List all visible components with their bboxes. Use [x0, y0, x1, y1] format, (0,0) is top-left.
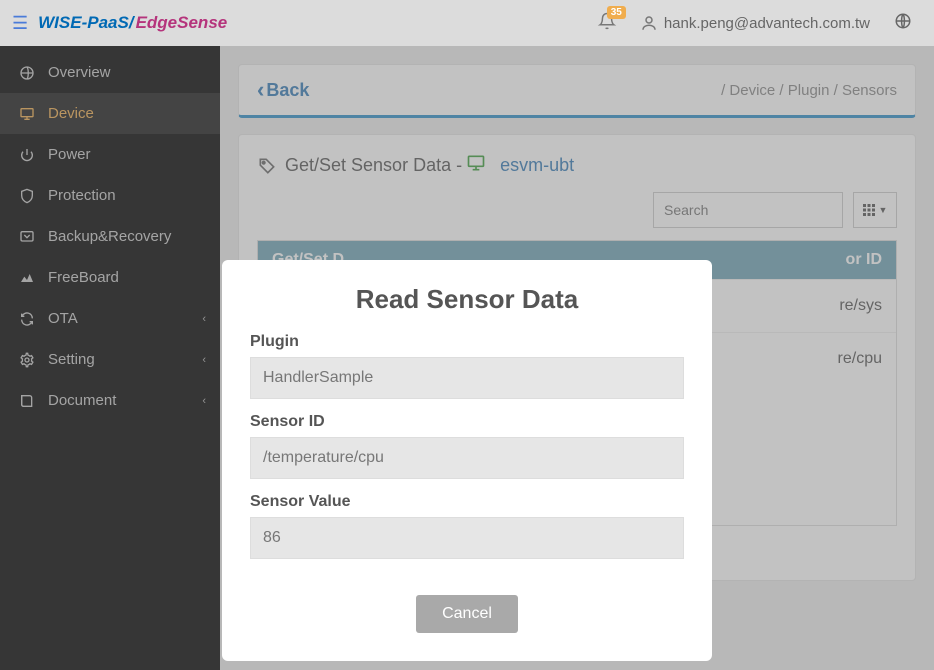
menu-toggle[interactable]: ☰ — [12, 13, 28, 34]
brand-right: EdgeSense — [136, 13, 228, 33]
globe-icon[interactable] — [894, 12, 912, 35]
brand-logo: WISE-PaaS/EdgeSense — [38, 13, 227, 33]
user-menu[interactable]: hank.peng@advantech.com.tw — [640, 14, 870, 32]
plugin-field[interactable] — [250, 357, 684, 399]
brand-left: WISE-PaaS — [38, 13, 129, 33]
sensor-id-field[interactable] — [250, 437, 684, 479]
user-email: hank.peng@advantech.com.tw — [664, 15, 870, 32]
topbar: ☰ WISE-PaaS/EdgeSense 35 hank.peng@advan… — [0, 0, 934, 46]
read-sensor-modal: Read Sensor Data Plugin Sensor ID Sensor… — [222, 260, 712, 661]
cancel-button[interactable]: Cancel — [416, 595, 518, 633]
sensor-id-label: Sensor ID — [250, 413, 684, 431]
modal-title: Read Sensor Data — [250, 284, 684, 315]
notification-badge: 35 — [607, 6, 626, 19]
bell-icon[interactable]: 35 — [598, 12, 616, 35]
plugin-label: Plugin — [250, 333, 684, 351]
sensor-value-label: Sensor Value — [250, 493, 684, 511]
sensor-value-field[interactable] — [250, 517, 684, 559]
